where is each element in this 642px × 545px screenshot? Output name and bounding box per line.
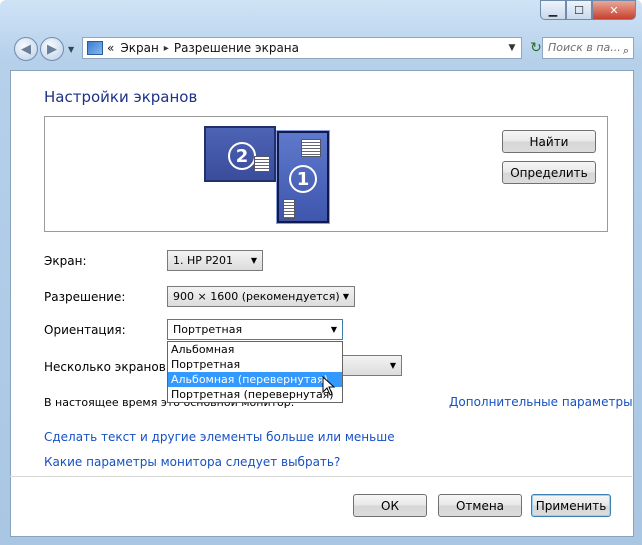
identify-button[interactable]: Определить xyxy=(502,161,596,184)
monitor-1-number: 1 xyxy=(289,165,317,193)
window-thumbnail-icon xyxy=(301,139,321,157)
breadcrumb-item-resolution[interactable]: Разрешение экрана xyxy=(174,41,299,55)
back-button[interactable]: ◀ xyxy=(14,37,38,61)
history-dropdown-icon[interactable]: ▼ xyxy=(68,45,74,54)
forward-button[interactable]: ▶ xyxy=(40,37,64,61)
apply-button[interactable]: Применить xyxy=(531,494,611,517)
chevron-down-icon: ▼ xyxy=(330,325,337,334)
maximize-icon: ☐ xyxy=(574,3,584,17)
refresh-icon: ↻ xyxy=(530,40,542,56)
forward-arrow-icon: ▶ xyxy=(47,41,57,57)
orientation-option-landscape-flipped[interactable]: Альбомная (перевернутая) xyxy=(168,372,342,387)
caption-buttons: ▁ ☐ ✕ xyxy=(540,0,636,22)
detect-button[interactable]: Найти xyxy=(502,130,596,153)
orientation-dropdown-list: Альбомная Портретная Альбомная (переверн… xyxy=(167,341,343,403)
resolution-label: Разрешение: xyxy=(44,290,126,304)
multiple-displays-select[interactable]: ▼ xyxy=(340,355,402,376)
display-label: Экран: xyxy=(44,254,87,268)
breadcrumb-item-screen[interactable]: Экран xyxy=(120,41,158,55)
window-thumbnail-icon xyxy=(283,199,295,219)
orientation-option-landscape[interactable]: Альбомная xyxy=(168,342,342,357)
breadcrumb-prefix[interactable]: « xyxy=(107,41,114,55)
page-title: Настройки экранов xyxy=(44,88,198,106)
ok-button[interactable]: ОК xyxy=(353,494,427,517)
monitor-2-thumbnail[interactable]: 2 xyxy=(204,126,276,182)
cancel-button[interactable]: Отмена xyxy=(438,494,522,517)
monitor-2-number: 2 xyxy=(228,142,256,170)
orientation-select-value: Портретная xyxy=(173,323,243,336)
orientation-label: Ориентация: xyxy=(44,323,126,337)
which-settings-link[interactable]: Какие параметры монитора следует выбрать… xyxy=(44,455,340,469)
advanced-settings-link[interactable]: Дополнительные параметры xyxy=(449,395,633,409)
chevron-down-icon: ▼ xyxy=(250,256,257,265)
minimize-button[interactable]: ▁ xyxy=(540,0,566,20)
text-size-link[interactable]: Сделать текст и другие элементы больше и… xyxy=(44,430,395,444)
address-bar[interactable]: « Экран ▸ Разрешение экрана ▼ xyxy=(82,37,522,59)
search-icon[interactable]: ⌕ xyxy=(623,41,629,61)
navigation-bar: ◀ ▶ ▼ « Экран ▸ Разрешение экрана ▼ ↻ По… xyxy=(12,36,634,62)
address-dropdown-icon[interactable]: ▼ xyxy=(503,38,521,58)
orientation-select[interactable]: Портретная ▼ xyxy=(167,319,343,340)
divider xyxy=(10,476,632,477)
multiple-displays-label: Несколько экранов: xyxy=(44,360,170,374)
close-button[interactable]: ✕ xyxy=(592,0,636,20)
back-arrow-icon: ◀ xyxy=(21,41,31,57)
close-icon: ✕ xyxy=(609,3,619,17)
minimize-icon: ▁ xyxy=(548,3,558,17)
search-placeholder: Поиск в па... xyxy=(548,41,621,54)
chevron-down-icon: ▼ xyxy=(342,292,349,301)
orientation-option-portrait-flipped[interactable]: Портретная (перевернутая) xyxy=(168,387,342,402)
monitor-1-thumbnail[interactable]: 1 xyxy=(276,130,330,224)
resolution-select-value: 900 × 1600 (рекомендуется) xyxy=(173,290,340,303)
control-panel-icon xyxy=(87,41,103,55)
maximize-button[interactable]: ☐ xyxy=(566,0,592,20)
search-input[interactable]: Поиск в па... ⌕ xyxy=(542,37,634,59)
resolution-select[interactable]: 900 × 1600 (рекомендуется) ▼ xyxy=(167,286,355,307)
orientation-option-portrait[interactable]: Портретная xyxy=(168,357,342,372)
mouse-cursor-icon xyxy=(322,376,336,396)
chevron-down-icon: ▼ xyxy=(389,361,396,370)
breadcrumb-separator[interactable]: ▸ xyxy=(164,43,169,54)
display-select-value: 1. HP P201 xyxy=(173,254,234,267)
window-thumbnail-icon xyxy=(254,156,270,172)
display-select[interactable]: 1. HP P201 ▼ xyxy=(167,250,263,271)
